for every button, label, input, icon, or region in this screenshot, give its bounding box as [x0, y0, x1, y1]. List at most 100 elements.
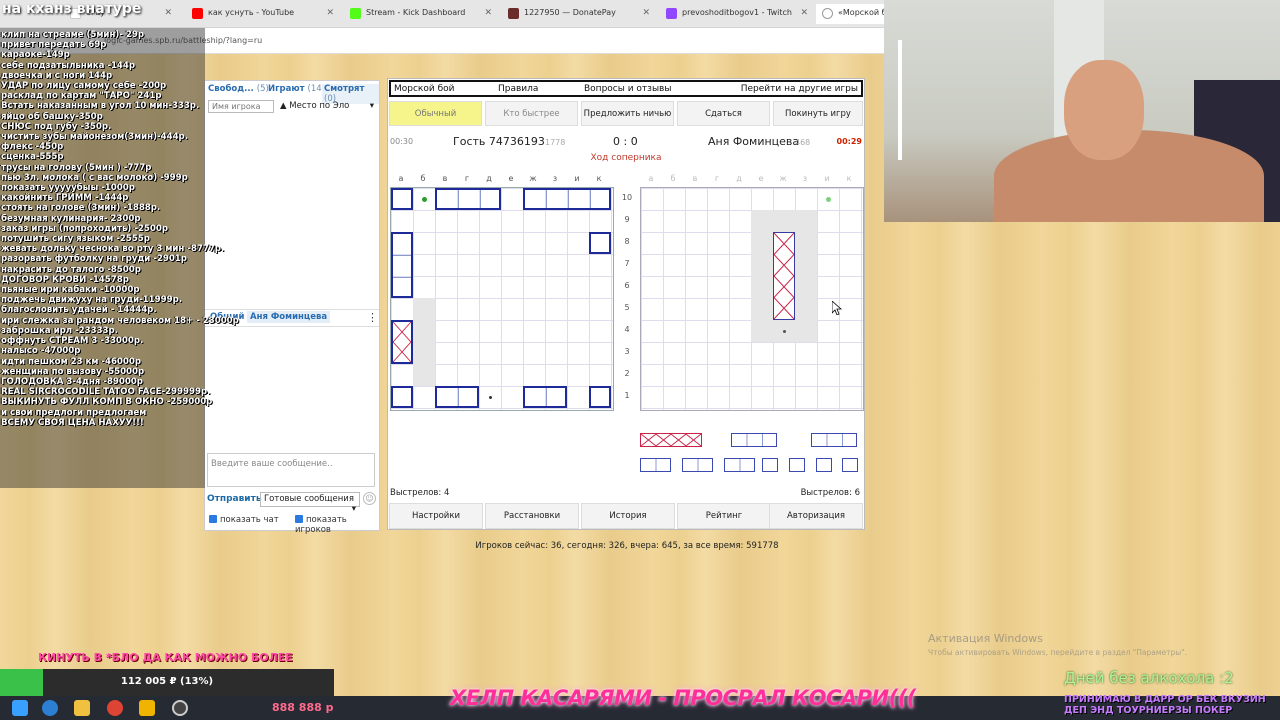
windows-activation: Активация Windows — [928, 632, 1043, 645]
timer-left: 00:30 — [390, 137, 414, 146]
history-button[interactable]: История — [581, 503, 675, 529]
donation-item: и свои предлоги предлогаем — [1, 407, 147, 418]
mode-normal-button[interactable]: Обычный — [389, 101, 482, 126]
close-tab-icon[interactable]: ✕ — [484, 8, 492, 18]
ship-1 — [391, 386, 413, 408]
offer-draw-button[interactable]: Предложить ничью — [581, 101, 674, 126]
board-coordinate: в — [692, 174, 698, 183]
settings-button[interactable]: Настройки — [389, 503, 483, 529]
donation-item: идти пешком 23 км -46000р — [1, 356, 142, 367]
webcam-person-face — [1064, 60, 1144, 160]
login-button[interactable]: Авторизация — [769, 503, 863, 529]
donation-item: заказ игры (попроходить) -2500р — [1, 223, 168, 234]
donation-item: Встать наказанным в угол 10 мин-333р. — [1, 101, 200, 112]
menu-rules[interactable]: Правила — [498, 84, 538, 94]
close-tab-icon[interactable]: ✕ — [326, 8, 334, 18]
tab-free-players[interactable]: Свобод... (5) — [208, 84, 269, 94]
player-right-name: Аня Фоминцева — [708, 135, 800, 148]
board-coordinate: а — [648, 174, 654, 183]
shots-right: Выстрелов: 6 — [800, 488, 860, 498]
board-coordinate: д — [736, 174, 742, 183]
fleet-ship-3 — [731, 433, 777, 447]
send-button[interactable]: Отправить — [207, 494, 262, 504]
smiley-icon[interactable]: ☺ — [363, 492, 376, 505]
days-counter: Дней без алкохола :2 — [1064, 669, 1234, 687]
placements-button[interactable]: Расстановки — [485, 503, 579, 529]
browser-tab[interactable]: 1227950 — DonatePay ✕ — [502, 4, 654, 24]
sort-select[interactable]: ▲ Место по Эло ▾ — [277, 100, 377, 114]
chat-tab-opponent[interactable]: Аня Фоминцева — [247, 311, 331, 323]
player-search-input[interactable] — [208, 100, 274, 113]
edge-icon[interactable] — [42, 700, 58, 716]
fleet-ship-1 — [762, 458, 778, 472]
footer-buttons: Настройки Расстановки История Рейтинг Ав… — [388, 503, 864, 529]
obs-icon[interactable] — [172, 700, 188, 716]
browser-tab[interactable]: prevoshoditbogov1 - Twitch ✕ — [660, 4, 812, 24]
donation-item: накрасить до талого -8500р — [1, 264, 141, 275]
more-options-icon[interactable]: ⋮ — [367, 311, 378, 324]
enemy-board[interactable] — [640, 187, 864, 411]
browser-tab[interactable]: как уснуть - YouTube ✕ — [186, 4, 338, 24]
ready-messages-select[interactable]: Готовые сообщения ▾ — [260, 492, 360, 514]
donation-item: какойнить ГРИММ -1444р — [1, 193, 129, 204]
donation-item: СНЮС под губу -350р. — [1, 121, 112, 132]
menu-questions[interactable]: Вопросы и отзывы — [584, 84, 671, 94]
donation-item: разорвать футболку на груди -2901р — [1, 254, 187, 265]
board-coordinate: 10 — [621, 193, 633, 202]
donation-item: ГОЛОДОВКА 3-4дня -89000р — [1, 376, 143, 387]
browser-tab-active[interactable]: «Морской б — [816, 4, 884, 24]
menu-other-games[interactable]: Перейти на другие игры — [741, 84, 858, 94]
close-tab-icon[interactable]: ✕ — [642, 8, 650, 18]
board-coordinate: 2 — [624, 369, 630, 378]
fleet-ship-1 — [789, 458, 805, 472]
globe-icon — [822, 8, 833, 19]
donation-item: ири слежка за рандом человеком 18+ - 230… — [1, 315, 239, 326]
donation-price-list: клип на стреаме (5мин)- 29р привет переда… — [1, 30, 239, 428]
mode-speed-button[interactable]: Кто быстрее — [485, 101, 578, 126]
windows-start-icon[interactable] — [12, 700, 28, 716]
tab-label: «Морской б — [838, 8, 884, 17]
rating-button[interactable]: Рейтинг — [677, 503, 771, 529]
miss-dot — [489, 396, 492, 399]
battleship-game: Морской бой Правила Вопросы и отзывы Пер… — [387, 78, 865, 530]
accept-line-1: ПРИНИМАЮ В ДАРР ОР БЕК ВКУЗИН — [1064, 694, 1266, 705]
donation-item: ВЫКИНУТЬ ФУЛЛ КОМП В ОКНО -259000р — [1, 397, 213, 408]
ship-1 — [589, 386, 611, 408]
app-icon[interactable] — [139, 700, 155, 716]
ship-1 — [589, 232, 611, 254]
show-players-checkbox[interactable]: показать игроков — [295, 515, 379, 535]
mouse-cursor-icon — [832, 301, 842, 315]
donation-item: пью 3л. молока ( с вас молоко) -999р — [1, 172, 188, 183]
leave-game-button[interactable]: Покинуть игру — [773, 101, 863, 126]
chat-message-input[interactable]: Введите ваше сообщение.. — [207, 453, 375, 487]
player-right-rating: 468 — [795, 138, 811, 147]
board-coordinate: з — [802, 174, 808, 183]
close-tab-icon[interactable]: ✕ — [800, 8, 808, 18]
board-coordinate: и — [824, 174, 830, 183]
ship-4 — [523, 188, 611, 210]
show-chat-checkbox[interactable]: показать чат — [209, 515, 279, 525]
board-coordinate: ж — [529, 174, 537, 183]
browser-tab[interactable]: Stream - Kick Dashboard ✕ — [344, 4, 496, 24]
checkbox-checked-icon — [295, 515, 303, 523]
board-coordinate: 8 — [624, 237, 630, 246]
ship-3-vertical — [391, 232, 413, 298]
donation-item: стоять на голове (3мин) -1888р. — [1, 203, 161, 214]
donation-item: ВСЕМУ СВОЯ ЦЕНА НАХУУ!!! — [1, 417, 144, 428]
last-shot-marker — [422, 197, 427, 202]
tab-playing[interactable]: Играют (14) — [268, 84, 325, 94]
donation-item: трусы на голову (5мин ) -777р — [1, 162, 152, 173]
chrome-icon[interactable] — [107, 700, 123, 716]
tab-label: prevoshoditbogov1 - Twitch — [682, 8, 792, 17]
board-coordinate: к — [596, 174, 602, 183]
menu-battleship[interactable]: Морской бой — [394, 84, 455, 94]
chevron-down-icon: ▾ — [351, 504, 356, 514]
score-row: 00:30 Гость 74736193 1778 0 : 0 Аня Фоми… — [388, 135, 864, 151]
surrender-button[interactable]: Сдаться — [677, 101, 770, 126]
fleet-ship-2 — [640, 458, 671, 472]
donation-item: жевать дольку чеснока во рту 3 мин -8777… — [1, 244, 225, 255]
close-tab-icon[interactable]: ✕ — [164, 8, 172, 18]
ship-1 — [391, 188, 413, 210]
file-explorer-icon[interactable] — [74, 700, 90, 716]
donation-item: расклад по картам "ТАРО" 241р — [1, 91, 162, 102]
